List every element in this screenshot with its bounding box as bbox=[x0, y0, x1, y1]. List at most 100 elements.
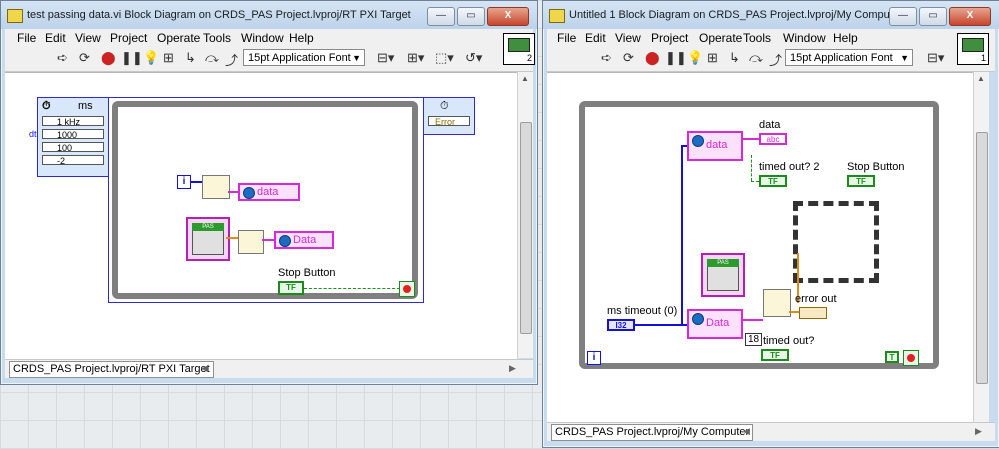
minimize-button[interactable]: — bbox=[427, 7, 455, 26]
resize-objects-icon[interactable]: ⬚▾ bbox=[435, 50, 454, 66]
stacked-sequence-frame[interactable] bbox=[793, 201, 879, 283]
timed-loop-source-row[interactable]: 1 kHz bbox=[42, 116, 104, 127]
menu-window[interactable]: Window bbox=[783, 31, 826, 45]
menu-operate[interactable]: Operate bbox=[699, 31, 742, 45]
vertical-scrollbar[interactable]: ▲ bbox=[517, 72, 533, 358]
align-objects-icon[interactable]: ⊟▾ bbox=[377, 50, 394, 66]
timed-loop-output-node[interactable]: ⏱ Error bbox=[423, 97, 475, 135]
run-arrow-icon[interactable]: ➪ bbox=[601, 50, 612, 66]
step-into-icon[interactable]: ↳ bbox=[729, 50, 740, 66]
boolean-wire bbox=[304, 288, 400, 289]
close-button[interactable]: X bbox=[949, 7, 991, 26]
vi-icon[interactable]: 2 bbox=[503, 33, 535, 65]
clock-icon-right: ⏱ bbox=[440, 100, 449, 112]
highlight-execution-icon[interactable]: 💡 bbox=[143, 50, 159, 66]
block-diagram-canvas[interactable]: data data abc timed out? 2 TF Stop Butto… bbox=[547, 72, 973, 423]
font-selector-label: 15pt Application Font bbox=[790, 52, 893, 64]
clock-icon: ⏱ bbox=[42, 100, 51, 112]
variant-to-data-node[interactable] bbox=[763, 289, 791, 317]
step-over-icon[interactable]: ⤼ bbox=[205, 50, 219, 66]
pause-icon[interactable]: ❚❚ bbox=[121, 50, 143, 66]
pas-subvi-node[interactable]: PAS bbox=[701, 253, 745, 297]
retain-wire-values-icon[interactable]: ⊞ bbox=[163, 50, 174, 66]
pas-subvi-node[interactable]: PAS bbox=[186, 217, 230, 261]
pause-icon[interactable]: ❚❚ bbox=[665, 50, 687, 66]
abort-icon[interactable]: ⬤ bbox=[101, 50, 116, 66]
run-continuously-icon[interactable]: ⟳ bbox=[623, 50, 634, 66]
timed-out-indicator[interactable]: TF bbox=[761, 349, 789, 361]
maximize-button[interactable]: ▭ bbox=[919, 7, 947, 26]
close-button[interactable]: X bbox=[487, 7, 529, 26]
step-over-icon[interactable]: ⤼ bbox=[749, 50, 763, 66]
vertical-scroll-thumb[interactable] bbox=[976, 132, 988, 384]
data-string-indicator[interactable]: abc bbox=[759, 133, 787, 145]
scroll-up-arrow-icon[interactable]: ▲ bbox=[977, 74, 985, 83]
menu-window[interactable]: Window bbox=[241, 31, 284, 45]
run-arrow-icon[interactable]: ➪ bbox=[57, 50, 68, 66]
stop-condition-terminal[interactable] bbox=[903, 350, 919, 366]
timed-loop-period-row[interactable]: dt 1000 bbox=[29, 129, 104, 140]
stop-condition-terminal[interactable] bbox=[399, 281, 415, 297]
timed-loop-input-node[interactable]: ⏱ ms 1 kHz dt 1000 100 -2 bbox=[29, 97, 109, 177]
stop-button-terminal[interactable]: TF bbox=[847, 175, 875, 187]
step-out-icon[interactable]: ⤴ bbox=[769, 50, 782, 69]
menu-tools[interactable]: Tools bbox=[743, 31, 771, 45]
variant-converter-node[interactable] bbox=[238, 230, 264, 254]
step-into-icon[interactable]: ↳ bbox=[185, 50, 196, 66]
shared-variable-data-node[interactable]: data bbox=[238, 183, 300, 201]
align-objects-icon[interactable]: ⊟▾ bbox=[927, 50, 944, 66]
menu-operate[interactable]: Operate bbox=[157, 31, 200, 45]
timed-loop-priority-row[interactable]: 100 bbox=[42, 142, 104, 153]
step-out-icon[interactable]: ⤴ bbox=[225, 50, 238, 69]
error-out-indicator[interactable] bbox=[799, 307, 827, 319]
run-continuously-icon[interactable]: ⟳ bbox=[79, 50, 90, 66]
error-output-label: Error bbox=[435, 117, 455, 127]
scroll-left-arrow-icon[interactable]: ◀ bbox=[743, 426, 750, 437]
menu-project[interactable]: Project bbox=[651, 31, 688, 45]
shared-variable-data-node-2[interactable]: Data bbox=[274, 231, 334, 249]
highlight-execution-icon[interactable]: 💡 bbox=[687, 50, 703, 66]
retain-wire-values-icon[interactable]: ⊞ bbox=[707, 50, 718, 66]
menu-project[interactable]: Project bbox=[110, 31, 147, 45]
chevron-down-icon: ▼ bbox=[352, 53, 361, 63]
menu-help[interactable]: Help bbox=[289, 31, 314, 45]
scroll-left-arrow-icon[interactable]: ◀ bbox=[201, 363, 208, 374]
scroll-up-arrow-icon[interactable]: ▲ bbox=[521, 74, 529, 83]
scroll-right-arrow-icon[interactable]: ▶ bbox=[975, 426, 982, 437]
scroll-right-arrow-icon[interactable]: ▶ bbox=[509, 363, 516, 374]
vi-icon[interactable]: 1 bbox=[957, 33, 989, 65]
menu-file[interactable]: File bbox=[17, 31, 36, 45]
stop-true-constant[interactable]: T bbox=[885, 351, 899, 363]
menu-help[interactable]: Help bbox=[833, 31, 858, 45]
distribute-objects-icon[interactable]: ⊞▾ bbox=[407, 50, 424, 66]
menu-view[interactable]: View bbox=[75, 31, 101, 45]
title-bar[interactable]: test passing data.vi Block Diagram on CR… bbox=[1, 1, 537, 29]
menu-edit[interactable]: Edit bbox=[45, 31, 66, 45]
block-diagram-canvas[interactable]: ⏱ ms 1 kHz dt 1000 100 -2 ⏱ Error i data … bbox=[5, 72, 517, 359]
timed-out-2-indicator[interactable]: TF bbox=[759, 175, 787, 187]
font-selector[interactable]: 15pt Application Font ▼ bbox=[785, 49, 913, 66]
probe-18-badge[interactable]: 18 bbox=[745, 333, 763, 346]
iteration-terminal[interactable]: i bbox=[177, 175, 191, 189]
font-selector[interactable]: 15pt Application Font ▼ bbox=[243, 49, 365, 66]
menu-tools[interactable]: Tools bbox=[203, 31, 231, 45]
shared-variable-read-top[interactable]: data bbox=[687, 131, 743, 161]
menu-edit[interactable]: Edit bbox=[585, 31, 606, 45]
shared-variable-read-bottom[interactable]: Data bbox=[687, 309, 743, 339]
menu-file[interactable]: File bbox=[557, 31, 576, 45]
counter-function-node[interactable] bbox=[202, 175, 230, 199]
abort-icon[interactable]: ⬤ bbox=[645, 50, 660, 66]
vi-icon-number: 2 bbox=[526, 53, 532, 63]
vertical-scroll-thumb[interactable] bbox=[520, 122, 532, 334]
error-output-row[interactable]: Error bbox=[428, 116, 470, 127]
iteration-terminal[interactable]: i bbox=[587, 351, 601, 365]
reorder-icon[interactable]: ↺▾ bbox=[465, 50, 482, 66]
stop-button-terminal[interactable]: TF bbox=[278, 281, 304, 295]
ms-timeout-control[interactable]: I32 bbox=[607, 319, 635, 331]
timed-loop-processor-row[interactable]: -2 bbox=[42, 155, 104, 166]
minimize-button[interactable]: — bbox=[889, 7, 917, 26]
vertical-scrollbar[interactable]: ▲ bbox=[973, 72, 989, 422]
maximize-button[interactable]: ▭ bbox=[457, 7, 485, 26]
menu-view[interactable]: View bbox=[615, 31, 641, 45]
title-bar[interactable]: Untitled 1 Block Diagram on CRDS_PAS Pro… bbox=[543, 1, 999, 29]
